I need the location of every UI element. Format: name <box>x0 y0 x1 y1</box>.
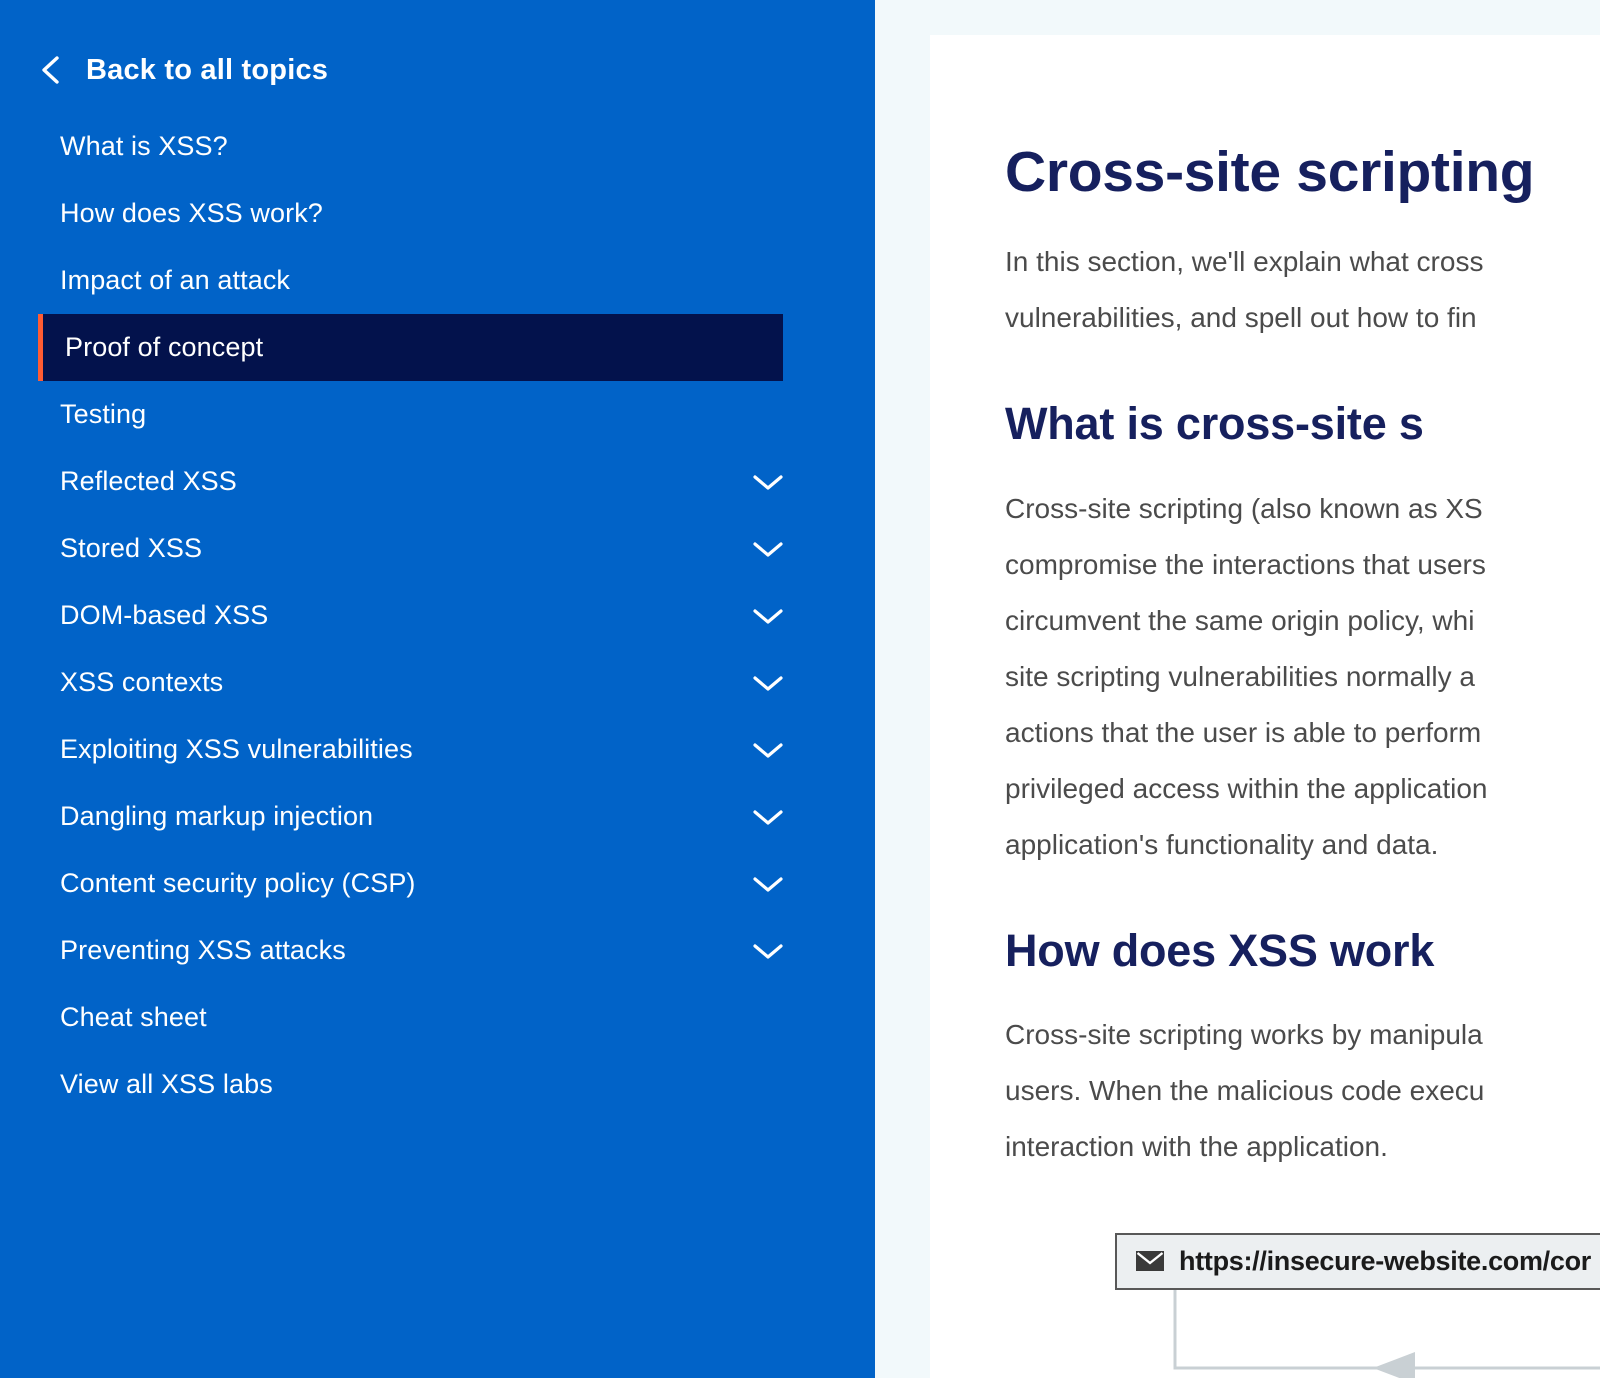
sidebar-item-label: What is XSS? <box>60 131 228 161</box>
sidebar-item-proof-of-concept[interactable]: Proof of concept <box>38 314 783 381</box>
sidebar-item-label: Proof of concept <box>65 332 264 362</box>
what-is-xss-paragraph-line-2: compromise the interactions that users <box>1005 548 1486 580</box>
sidebar-item-label: Content security policy (CSP) <box>60 868 416 898</box>
what-is-xss-paragraph-line-1: Cross-site scripting (also known as XS <box>1005 492 1483 524</box>
sidebar-item-label: XSS contexts <box>60 667 224 697</box>
sidebar-item-exploiting-xss-vulnerabilities[interactable]: Exploiting XSS vulnerabilities <box>0 716 875 783</box>
chevron-down-icon[interactable] <box>751 472 785 492</box>
sidebar-item-label: Cheat sheet <box>60 1002 207 1032</box>
sidebar-item-how-does-xss-work[interactable]: How does XSS work? <box>0 180 875 247</box>
sidebar-item-label: Stored XSS <box>60 533 203 563</box>
flow-connector-lines <box>1173 1289 1600 1378</box>
sidebar-item-cheat-sheet[interactable]: Cheat sheet <box>0 984 875 1051</box>
article-body: Cross-site scripting In this section, we… <box>1005 35 1600 1378</box>
section-heading-what-is-xss: What is cross-site s <box>1005 398 1424 450</box>
sidebar-item-label: DOM-based XSS <box>60 600 269 630</box>
what-is-xss-paragraph-line-7: application's functionality and data. <box>1005 828 1439 860</box>
chevron-down-icon[interactable] <box>751 673 785 693</box>
sidebar-item-dangling-markup-injection[interactable]: Dangling markup injection <box>0 783 875 850</box>
sidebar-item-label: Testing <box>60 399 147 429</box>
envelope-icon <box>1136 1251 1164 1272</box>
chevron-down-icon[interactable] <box>751 807 785 827</box>
sidebar-item-stored-xss[interactable]: Stored XSS <box>0 515 875 582</box>
back-to-all-topics-link[interactable]: Back to all topics <box>38 47 328 93</box>
section-1-paragraph: Cross-site scripting (also known as XS co… <box>1005 451 1600 873</box>
sidebar-item-label: View all XSS labs <box>60 1069 273 1099</box>
what-is-xss-paragraph-line-5: actions that the user is able to perform <box>1005 716 1482 748</box>
page-root: Back to all topics What is XSS? How does … <box>0 0 1600 1378</box>
how-does-xss-work-paragraph-line-2: users. When the malicious code execu <box>1005 1074 1485 1106</box>
sidebar-item-label: How does XSS work? <box>60 198 323 228</box>
intro-paragraph-line-1: In this section, we'll explain what cros… <box>1005 246 1484 278</box>
sidebar-item-label: Exploiting XSS vulnerabilities <box>60 734 413 764</box>
sidebar-item-label: Reflected XSS <box>60 466 237 496</box>
back-to-all-topics-label: Back to all topics <box>86 53 329 86</box>
sidebar-item-view-all-xss-labs[interactable]: View all XSS labs <box>0 1051 875 1118</box>
chevron-down-icon[interactable] <box>751 539 785 559</box>
malicious-url-box: https://insecure-website.com/cor <box>1115 1232 1600 1290</box>
sidebar-item-dom-based-xss[interactable]: DOM-based XSS <box>0 582 875 649</box>
sidebar-item-testing[interactable]: Testing <box>0 381 875 448</box>
sidebar-item-label: Impact of an attack <box>60 265 291 295</box>
section-heading-how-does-xss-work: How does XSS work <box>1005 924 1435 976</box>
chevron-down-icon[interactable] <box>751 606 785 626</box>
chevron-down-icon[interactable] <box>751 740 785 760</box>
sidebar-item-preventing-xss-attacks[interactable]: Preventing XSS attacks <box>0 917 875 984</box>
xss-flow-diagram: https://insecure-website.com/cor <box>1115 1232 1600 1378</box>
sidebar-item-xss-contexts[interactable]: XSS contexts <box>0 649 875 716</box>
sidebar-item-reflected-xss[interactable]: Reflected XSS <box>0 448 875 515</box>
chevron-down-icon[interactable] <box>751 941 785 961</box>
page-title: Cross-site scripting <box>1005 140 1535 204</box>
topic-sidebar: Back to all topics What is XSS? How does … <box>0 0 875 1378</box>
section-2-paragraph: Cross-site scripting works by manipula us… <box>1005 977 1600 1175</box>
arrowhead-left-icon <box>1373 1351 1415 1378</box>
what-is-xss-paragraph-line-4: site scripting vulnerabilities normally … <box>1005 660 1475 692</box>
sidebar-item-what-is-xss[interactable]: What is XSS? <box>0 113 875 180</box>
intro-paragraph-line-2: vulnerabilities, and spell out how to fi… <box>1005 302 1477 334</box>
sidebar-item-label: Dangling markup injection <box>60 801 374 831</box>
what-is-xss-paragraph-line-3: circumvent the same origin policy, whi <box>1005 604 1475 636</box>
sidebar-nav-list: What is XSS? How does XSS work? Impact of … <box>0 113 875 1118</box>
sidebar-item-content-security-policy-csp[interactable]: Content security policy (CSP) <box>0 850 875 917</box>
chevron-left-icon <box>42 56 59 84</box>
malicious-url-text: https://insecure-website.com/cor <box>1179 1245 1591 1276</box>
article-card: Cross-site scripting In this section, we… <box>930 35 1600 1378</box>
chevron-down-icon[interactable] <box>751 874 785 894</box>
how-does-xss-work-paragraph-line-1: Cross-site scripting works by manipula <box>1005 1018 1483 1050</box>
sidebar-item-impact-of-an-attack[interactable]: Impact of an attack <box>0 247 875 314</box>
sidebar-item-label: Preventing XSS attacks <box>60 935 346 965</box>
what-is-xss-paragraph-line-6: privileged access within the application <box>1005 772 1488 804</box>
how-does-xss-work-paragraph-line-3: interaction with the application. <box>1005 1130 1388 1162</box>
